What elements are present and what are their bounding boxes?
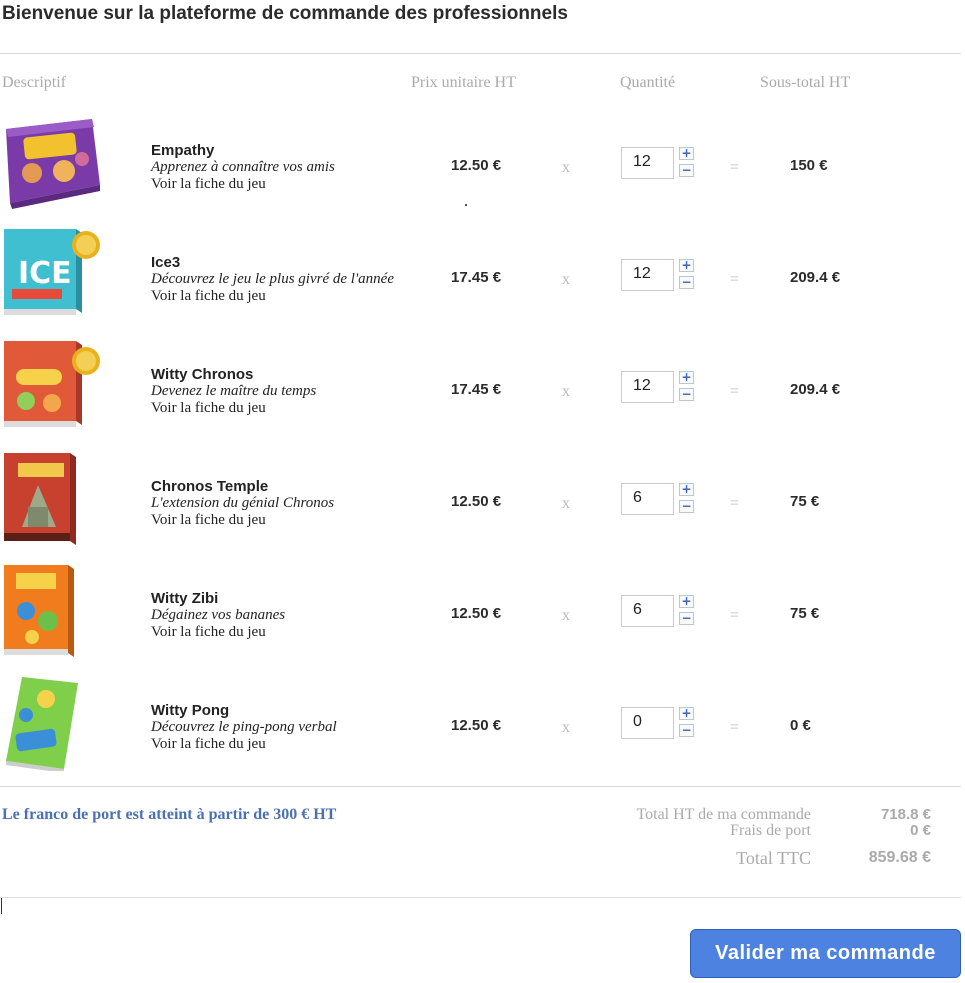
product-name: Chronos Temple	[151, 478, 269, 495]
quantity-increment-button[interactable]: +	[679, 707, 694, 720]
multiply-sign: x	[562, 607, 570, 624]
unit-price: 12.50 €	[451, 157, 502, 174]
quantity-decrement-button[interactable]: −	[679, 388, 694, 401]
header-divider	[0, 53, 961, 54]
line-subtotal: 75 €	[790, 493, 820, 510]
quantity-decrement-button[interactable]: −	[679, 724, 694, 737]
multiply-sign: x	[562, 383, 570, 400]
product-sheet-link[interactable]: Voir la fiche du jeu	[151, 624, 266, 641]
unit-price: 17.45 €	[451, 381, 502, 398]
product-name: Ice3	[151, 254, 181, 271]
product-tagline: Devenez le maître du temps	[151, 383, 317, 399]
product-row-chronos-temple: Chronos Temple L'extension du génial Chr…	[0, 451, 961, 551]
multiply-sign: x	[562, 271, 570, 288]
quantity-increment-button[interactable]: +	[679, 371, 694, 384]
quantity-input[interactable]: 12	[621, 147, 674, 179]
quantity-decrement-button[interactable]: −	[679, 612, 694, 625]
product-tagline: Découvrez le ping-pong verbal	[151, 719, 337, 735]
line-subtotal: 75 €	[790, 605, 820, 622]
footer-divider	[0, 897, 961, 898]
unit-price: 12.50 €	[451, 493, 502, 510]
product-thumbnail-empathy[interactable]	[2, 115, 102, 211]
multiply-sign: x	[562, 719, 570, 736]
product-sheet-link[interactable]: Voir la fiche du jeu	[151, 512, 266, 529]
total-ttc-label: Total TTC	[736, 848, 811, 868]
product-sheet-link[interactable]: Voir la fiche du jeu	[151, 400, 266, 417]
equals-sign: =	[730, 719, 740, 736]
product-row-empathy: Empathy Apprenez à connaître vos amis Vo…	[0, 115, 961, 215]
quantity-increment-button[interactable]: +	[679, 259, 694, 272]
product-name: Witty Chronos	[151, 366, 254, 383]
line-subtotal: 209.4 €	[790, 269, 841, 286]
total-ht-value: 718.8 €	[880, 806, 931, 823]
quantity-decrement-button[interactable]: −	[679, 500, 694, 513]
shipping-label: Frais de port	[730, 822, 811, 839]
product-tagline: Apprenez à connaître vos amis	[151, 159, 335, 175]
quantity-decrement-button[interactable]: −	[679, 276, 694, 289]
multiply-sign: x	[562, 495, 570, 512]
product-name: Witty Zibi	[151, 590, 219, 607]
product-thumbnail-witty-zibi[interactable]	[2, 563, 102, 659]
product-row-ice3: ICE Ice3 Découvrez le jeu le plus givré …	[0, 227, 961, 327]
quantity-input[interactable]: 12	[621, 259, 674, 291]
product-sheet-link[interactable]: Voir la fiche du jeu	[151, 288, 266, 305]
quantity-input[interactable]: 0	[621, 707, 674, 739]
submit-order-button[interactable]: Valider ma commande	[690, 929, 961, 978]
unit-price: 17.45 €	[451, 269, 502, 286]
product-tagline: Découvrez le jeu le plus givré de l'anné…	[151, 271, 394, 287]
product-name: Witty Pong	[151, 702, 230, 719]
total-ttc-value: 859.68 €	[868, 849, 931, 866]
product-row-witty-pong: Witty Pong Découvrez le ping-pong verbal…	[0, 675, 961, 775]
line-subtotal: 0 €	[790, 717, 811, 734]
product-sheet-link[interactable]: Voir la fiche du jeu	[151, 176, 266, 193]
quantity-input[interactable]: 6	[621, 595, 674, 627]
product-thumbnail-ice3[interactable]: ICE	[2, 227, 102, 323]
product-tagline: Dégainez vos bananes	[151, 607, 286, 623]
product-tagline: L'extension du génial Chronos	[151, 495, 335, 511]
quantity-input[interactable]: 6	[621, 483, 674, 515]
line-subtotal: 209.4 €	[790, 381, 841, 398]
text-caret	[1, 898, 2, 914]
column-header-quantity: Quantité	[620, 74, 676, 91]
product-thumbnail-witty-chronos[interactable]	[2, 339, 102, 435]
product-name: Empathy	[151, 142, 215, 159]
column-header-unit-price: Prix unitaire HT	[411, 74, 516, 91]
quantity-increment-button[interactable]: +	[679, 595, 694, 608]
quantity-increment-button[interactable]: +	[679, 483, 694, 496]
product-row-witty-zibi: Witty Zibi Dégainez vos bananes Voir la …	[0, 563, 961, 663]
table-divider	[0, 786, 961, 787]
quantity-input[interactable]: 12	[621, 371, 674, 403]
quantity-decrement-button[interactable]: −	[679, 164, 694, 177]
product-thumbnail-chronos-temple[interactable]	[2, 451, 102, 547]
product-thumbnail-witty-pong[interactable]	[2, 675, 102, 771]
line-subtotal: 150 €	[790, 157, 828, 174]
shipping-value: 0 €	[910, 822, 931, 839]
franco-notice: Le franco de port est atteint à partir d…	[2, 806, 337, 823]
equals-sign: =	[730, 271, 740, 288]
svg-text:ICE: ICE	[18, 256, 72, 291]
stray-dot	[465, 204, 467, 206]
multiply-sign: x	[562, 159, 570, 176]
page-title: Bienvenue sur la plateforme de commande …	[2, 3, 568, 24]
equals-sign: =	[730, 159, 740, 176]
product-row-witty-chronos: Witty Chronos Devenez le maître du temps…	[0, 339, 961, 439]
unit-price: 12.50 €	[451, 605, 502, 622]
unit-price: 12.50 €	[451, 717, 502, 734]
product-sheet-link[interactable]: Voir la fiche du jeu	[151, 736, 266, 753]
column-header-description: Descriptif	[2, 74, 66, 91]
quantity-increment-button[interactable]: +	[679, 147, 694, 160]
equals-sign: =	[730, 383, 740, 400]
column-header-subtotal: Sous-total HT	[760, 74, 851, 91]
equals-sign: =	[730, 607, 740, 624]
equals-sign: =	[730, 495, 740, 512]
